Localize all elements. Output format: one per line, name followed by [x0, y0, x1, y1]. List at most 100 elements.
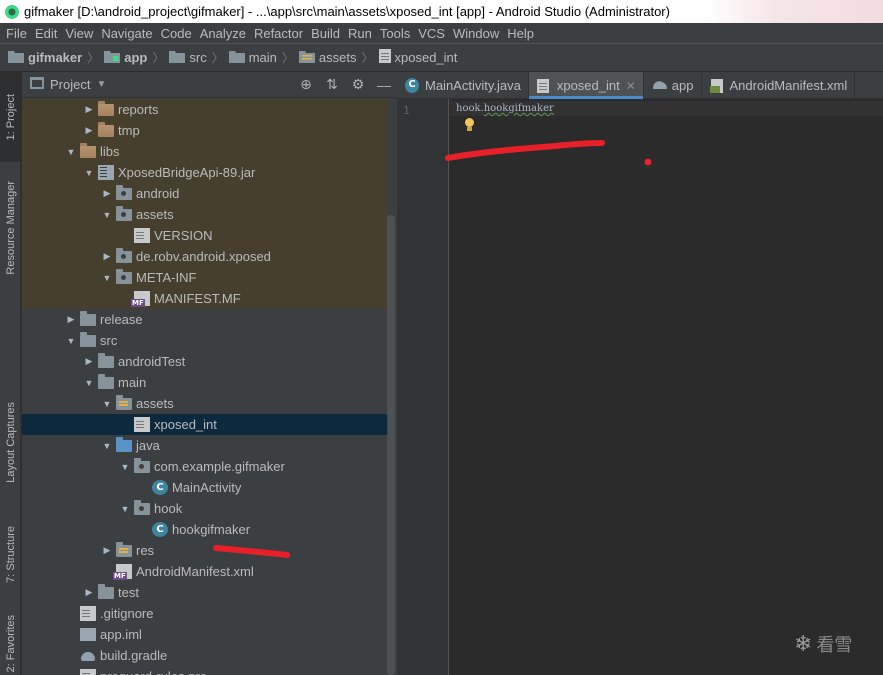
breadcrumb-label: assets [318, 50, 357, 65]
tree-row[interactable]: .gitignore [22, 603, 388, 624]
breadcrumb-file[interactable]: xposed_int [378, 49, 457, 66]
tree-row-label: AndroidManifest.xml [136, 564, 254, 579]
menu-help[interactable]: Help [503, 26, 538, 41]
menu-tools[interactable]: Tools [376, 26, 414, 41]
folder-icon [80, 331, 96, 347]
menu-file[interactable]: File [2, 26, 31, 41]
tree-row[interactable]: ▼ main [22, 372, 388, 393]
tree-row[interactable]: app.iml [22, 624, 388, 645]
chevron-down-icon[interactable]: ▼ [64, 147, 78, 157]
tree-row-label: tmp [118, 123, 140, 138]
tree-row[interactable]: ▼ hook [22, 498, 388, 519]
tree-row[interactable]: ▼ java [22, 435, 388, 456]
menu-build[interactable]: Build [307, 26, 344, 41]
lightbulb-icon[interactable] [464, 118, 475, 132]
tree-row[interactable]: C MainActivity [22, 477, 388, 498]
tree-row[interactable]: proguard-rules.pro [22, 666, 388, 675]
tree-row[interactable]: ▶ android [22, 183, 388, 204]
tree-row[interactable]: Chookgifmaker [22, 519, 388, 540]
project-tree: ▶ reports ▶ tmp ▼ libs ▼ XposedBridgeApi-89.jar… [22, 99, 388, 675]
android-studio-icon [4, 4, 20, 20]
title-bar-decoration [703, 0, 883, 23]
project-view-selector[interactable]: Project [50, 77, 90, 92]
close-icon[interactable]: ✕ [626, 79, 636, 93]
chevron-down-icon[interactable]: ▼ [82, 378, 96, 388]
tab-mainactivity[interactable]: C MainActivity.java [397, 72, 529, 99]
chevron-right-icon[interactable]: ▶ [100, 545, 114, 556]
manifest-icon [113, 564, 132, 580]
project-tree-scrollbar[interactable] [387, 215, 395, 675]
chevron-right-icon[interactable]: ▶ [100, 188, 114, 199]
chevron-right-icon[interactable]: ▶ [82, 356, 96, 367]
tree-row[interactable]: ▼ libs [22, 141, 388, 162]
chevron-down-icon[interactable]: ▼ [82, 168, 96, 178]
tab-app-gradle[interactable]: app [644, 72, 702, 99]
tab-xposed-int[interactable]: xposed_int ✕ [528, 72, 644, 99]
tree-row[interactable]: ▶ de.robv.android.xposed [22, 246, 388, 267]
editor-tab-bar: C MainActivity.java xposed_int ✕ app And… [397, 72, 883, 99]
tree-row[interactable]: ▶ reports [22, 99, 388, 120]
breadcrumb-project[interactable]: gifmaker 〉 [8, 49, 104, 66]
tree-row[interactable]: ▶ tmp [22, 120, 388, 141]
menu-refactor[interactable]: Refactor [250, 26, 307, 41]
tree-row[interactable]: build.gradle [22, 645, 388, 666]
breadcrumb-src[interactable]: src 〉 [169, 49, 228, 66]
tree-row[interactable]: VERSION [22, 225, 388, 246]
tree-row[interactable]: MANIFEST.MF [22, 288, 388, 309]
package-icon [116, 205, 132, 221]
collapse-all-icon[interactable]: ⇅ [319, 75, 345, 95]
menu-vcs[interactable]: VCS [414, 26, 449, 41]
breadcrumb-app[interactable]: app 〉 [104, 49, 169, 66]
chevron-down-icon[interactable]: ▼ [100, 273, 114, 283]
chevron-down-icon[interactable]: ▼ [100, 441, 114, 451]
menu-code[interactable]: Code [157, 26, 196, 41]
breadcrumb-assets[interactable]: assets 〉 [298, 49, 379, 66]
chevron-down-icon[interactable]: ▼ [118, 462, 132, 472]
tree-row-label: java [136, 438, 160, 453]
tree-row[interactable]: ▼ assets [22, 393, 388, 414]
chevron-right-icon[interactable]: ▶ [82, 587, 96, 598]
layout-captures-tool-button[interactable]: Layout Captures [0, 387, 21, 497]
tree-row[interactable]: ▼ META-INF [22, 267, 388, 288]
tab-androidmanifest[interactable]: AndroidManifest.xml [702, 72, 856, 99]
chevron-down-icon[interactable]: ▼ [118, 504, 132, 514]
snowflake-icon: ❄ [794, 631, 813, 656]
menu-analyze[interactable]: Analyze [196, 26, 250, 41]
tree-row[interactable]: xposed_int [22, 414, 388, 435]
tree-row-label: de.robv.android.xposed [136, 249, 271, 264]
chevron-right-icon[interactable]: ▶ [64, 314, 78, 325]
chevron-right-icon[interactable]: ▶ [82, 104, 96, 115]
breadcrumb-main[interactable]: main 〉 [228, 49, 299, 66]
chevron-right-icon[interactable]: ▶ [82, 125, 96, 136]
menu-run[interactable]: Run [344, 26, 376, 41]
tree-row[interactable]: ▶ androidTest [22, 351, 388, 372]
chevron-down-icon[interactable]: ▼ [100, 210, 114, 220]
tree-row[interactable]: ▶ test [22, 582, 388, 603]
tree-row[interactable]: ▼ XposedBridgeApi-89.jar [22, 162, 388, 183]
menu-view[interactable]: View [61, 26, 97, 41]
chevron-down-icon[interactable]: ▼ [64, 336, 78, 346]
tree-row[interactable]: ▼ assets [22, 204, 388, 225]
breadcrumb-label: main [248, 50, 277, 65]
chevron-right-icon[interactable]: ▶ [100, 251, 114, 262]
project-tool-button[interactable]: 1: Project [0, 72, 21, 162]
tree-row[interactable]: AndroidManifest.xml [22, 561, 388, 582]
tree-row[interactable]: ▶ release [22, 309, 388, 330]
menu-edit[interactable]: Edit [31, 26, 61, 41]
tree-row[interactable]: ▼ src [22, 330, 388, 351]
favorites-tool-button[interactable]: 2: Favorites [0, 612, 21, 675]
locate-target-icon[interactable]: ⊕ [293, 75, 319, 95]
hide-panel-icon[interactable]: — [371, 75, 397, 95]
menu-window[interactable]: Window [449, 26, 503, 41]
menu-navigate[interactable]: Navigate [97, 26, 156, 41]
tree-row[interactable]: ▶ res [22, 540, 388, 561]
editor-code-area[interactable]: hook.hookgifmaker [450, 99, 883, 675]
chevron-down-icon[interactable]: ▼ [96, 79, 106, 90]
resource-folder-icon [116, 541, 132, 557]
structure-tool-button[interactable]: 7: Structure [0, 512, 21, 597]
chevron-down-icon[interactable]: ▼ [100, 399, 114, 409]
resource-manager-tool-button[interactable]: Resource Manager [0, 168, 21, 288]
tree-row[interactable]: ▼ com.example.gifmaker [22, 456, 388, 477]
tab-label: AndroidManifest.xml [729, 78, 848, 93]
gear-icon[interactable]: ⚙ [345, 75, 371, 95]
